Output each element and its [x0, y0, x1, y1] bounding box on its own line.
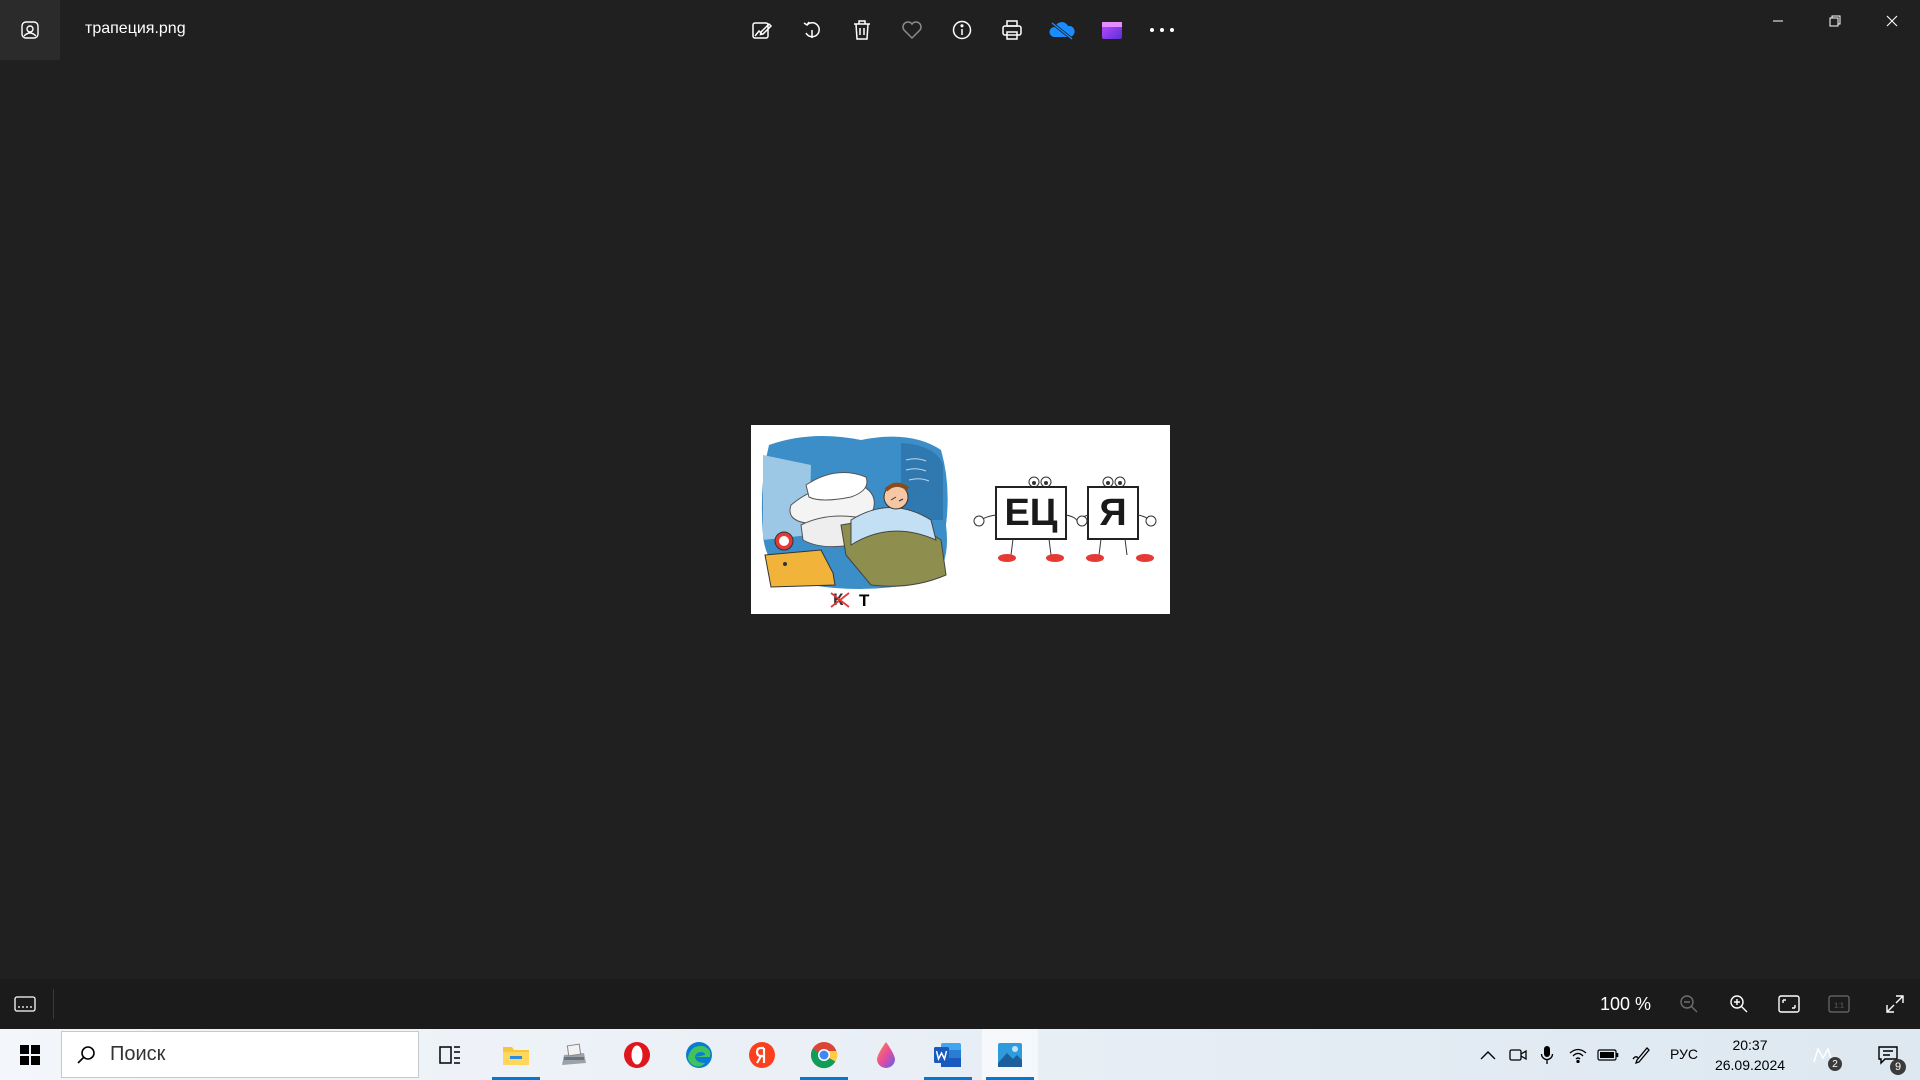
camera-icon [1509, 1048, 1527, 1061]
actual-size-button[interactable]: 1:1 [1824, 989, 1854, 1019]
zoom-out-button[interactable] [1674, 989, 1704, 1019]
title-bar: трапеция.png [0, 0, 1920, 60]
taskbar-drop-app[interactable] [858, 1029, 914, 1080]
task-view-button[interactable] [422, 1029, 478, 1080]
window-controls [1749, 0, 1920, 42]
info-button[interactable] [942, 10, 982, 50]
divider [53, 989, 54, 1019]
tray-battery[interactable] [1594, 1029, 1622, 1080]
minimize-icon [1772, 20, 1783, 22]
chevron-up-icon [1480, 1050, 1496, 1059]
print-icon [1002, 20, 1022, 40]
taskbar-yandex[interactable] [734, 1029, 790, 1080]
close-button[interactable] [1863, 0, 1920, 42]
file-explorer-icon [503, 1046, 529, 1065]
favorite-icon [902, 21, 922, 40]
opera-icon [624, 1041, 650, 1068]
filmstrip-icon [14, 996, 36, 1012]
filmstrip-button[interactable] [12, 991, 38, 1017]
clock-time: 20:37 [1732, 1037, 1768, 1053]
fax-scan-icon [562, 1043, 586, 1065]
svg-text:Я: Я [1099, 492, 1126, 534]
meet-badge: 2 [1828, 1057, 1842, 1071]
clock-date: 26.09.2024 [1714, 1057, 1786, 1073]
notifications-button[interactable]: 9 [1860, 1029, 1916, 1080]
tray-microphone[interactable] [1535, 1029, 1559, 1080]
edit-image-icon [752, 22, 773, 39]
search-icon [77, 1045, 95, 1064]
clipchamp-icon [1102, 22, 1122, 39]
letter-board-right: Я [1076, 476, 1157, 562]
language-indicator[interactable]: РУС [1670, 1046, 1698, 1062]
restore-icon [1829, 15, 1840, 27]
restore-button[interactable] [1806, 0, 1863, 42]
fullscreen-button[interactable] [1880, 989, 1910, 1019]
rebus-letter: Т [859, 591, 870, 610]
taskbar: Поиск РУС 20:37 26.09.2024 2 9 [0, 1029, 1920, 1080]
onedrive-icon [1049, 21, 1075, 40]
info-icon [952, 20, 972, 40]
clock[interactable]: 20:37 26.09.2024 [1710, 1035, 1790, 1075]
photos-app-icon[interactable] [0, 0, 60, 60]
onedrive-button[interactable] [1042, 10, 1082, 50]
delete-icon [854, 20, 870, 40]
clipchamp-button[interactable] [1092, 10, 1132, 50]
displayed-image[interactable]: К Т ЕЦ Я [751, 425, 1170, 614]
rotate-icon [803, 21, 820, 38]
taskbar-edge[interactable] [671, 1029, 727, 1080]
edit-image-button[interactable] [742, 10, 782, 50]
show-hidden-icons-button[interactable] [1476, 1029, 1500, 1080]
yandex-icon [749, 1041, 775, 1068]
chrome-icon [810, 1041, 838, 1068]
word-icon [934, 1042, 961, 1067]
windows-logo-icon [20, 1044, 40, 1065]
tray-pen[interactable] [1628, 1029, 1656, 1080]
print-button[interactable] [992, 10, 1032, 50]
taskbar-chrome[interactable] [796, 1029, 852, 1080]
fullscreen-icon [1886, 995, 1904, 1013]
notification-count-badge: 9 [1890, 1059, 1906, 1075]
tray-network[interactable] [1565, 1029, 1591, 1080]
file-name: трапеция.png [85, 20, 186, 37]
taskbar-file-explorer[interactable] [488, 1029, 544, 1080]
fit-to-window-button[interactable] [1774, 989, 1804, 1019]
search-placeholder: Поиск [110, 1043, 166, 1065]
zoom-level[interactable]: 100 % [1600, 994, 1651, 1015]
taskbar-photos[interactable] [982, 1029, 1038, 1080]
favorite-button[interactable] [892, 10, 932, 50]
drop-app-icon [877, 1041, 895, 1068]
delete-button[interactable] [842, 10, 882, 50]
actual-size-icon: 1:1 [1828, 995, 1850, 1013]
zoom-out-icon [1680, 995, 1698, 1013]
toolbar [742, 10, 1182, 50]
start-button[interactable] [0, 1029, 60, 1080]
svg-text:1:1: 1:1 [1834, 1003, 1844, 1010]
close-icon [1886, 15, 1897, 27]
wifi-icon [1569, 1048, 1587, 1063]
tray-meet[interactable]: 2 [1806, 1029, 1846, 1080]
zoom-in-button[interactable] [1724, 989, 1754, 1019]
letter-board-left: ЕЦ [973, 476, 1078, 562]
photos-icon [998, 1042, 1022, 1067]
search-box[interactable]: Поиск [61, 1031, 419, 1078]
task-view-icon [439, 1045, 460, 1064]
microphone-icon [1540, 1045, 1554, 1064]
viewer-bottom-bar: 100 % 1:1 [0, 979, 1920, 1029]
more-button[interactable] [1142, 10, 1182, 50]
fit-to-window-icon [1778, 995, 1800, 1013]
pen-workspace-icon [1632, 1046, 1650, 1064]
svg-text:ЕЦ: ЕЦ [1004, 492, 1057, 534]
edge-icon [686, 1041, 712, 1068]
taskbar-fax-scan[interactable] [546, 1029, 602, 1080]
taskbar-opera[interactable] [609, 1029, 665, 1080]
rebus-image: К Т ЕЦ Я [761, 436, 1157, 610]
minimize-button[interactable] [1749, 0, 1806, 42]
zoom-in-icon [1730, 995, 1748, 1013]
more-icon [1150, 28, 1174, 32]
taskbar-word[interactable] [920, 1029, 976, 1080]
tray-camera[interactable] [1505, 1029, 1531, 1080]
battery-icon [1597, 1048, 1619, 1061]
rotate-button[interactable] [792, 10, 832, 50]
